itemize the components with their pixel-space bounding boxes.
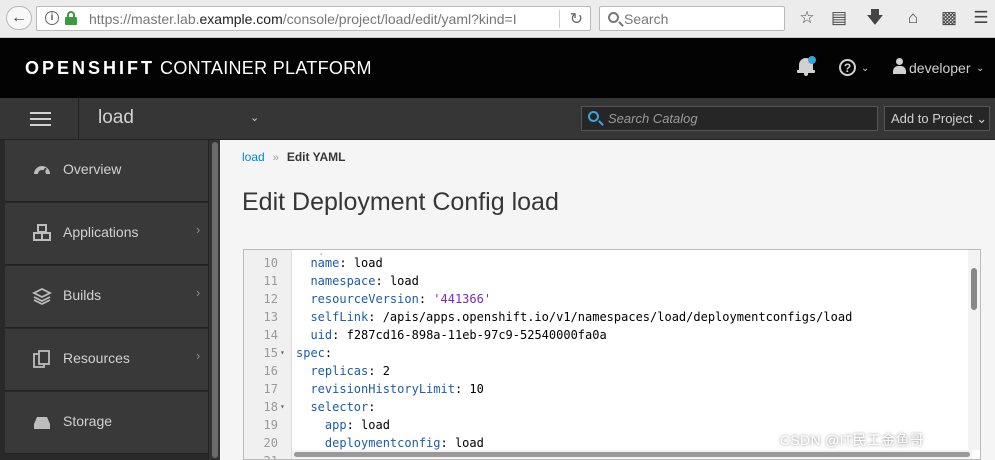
line-number: 19 (263, 418, 278, 432)
line-number: 10 (263, 256, 278, 270)
download-icon[interactable]: 🡇 (864, 7, 886, 29)
line-number: 21 (244, 452, 278, 459)
sidebar-item-builds[interactable]: Builds › (5, 266, 208, 328)
project-bar: load ⌄ Search Catalog Add to Project ⌄ (0, 98, 995, 140)
page-title: Edit Deployment Config load (242, 188, 559, 216)
code-text: spec: (296, 346, 333, 360)
code-text: namespace: load (310, 274, 419, 288)
line-number: 15 (263, 346, 278, 360)
sidebar-item-storage[interactable]: Storage (5, 392, 208, 454)
line-number: 17 (263, 382, 278, 396)
line-number: 13 (263, 310, 278, 324)
yaml-editor[interactable]: . 10 name: load 11 namespace: load 12 reso… (243, 249, 981, 460)
sidebar-item-label: Storage (63, 413, 113, 429)
code-text: selector: (310, 400, 376, 414)
breadcrumb: load » Edit YAML (242, 150, 346, 164)
sidebar-item-label: Applications (63, 224, 139, 240)
search-catalog-placeholder: Search Catalog (608, 111, 698, 126)
watermark: CSDN @IT民工金鱼哥 (780, 432, 925, 448)
browser-search-input[interactable]: Search (599, 6, 785, 31)
masthead: OPENSHIFT CONTAINER PLATFORM ? ⌄ develop… (0, 38, 995, 98)
home-icon[interactable]: ⌂ (902, 7, 924, 29)
code-line[interactable]: 15 ▾ spec: (244, 344, 969, 362)
code-text: selfLink: /apis/apps.openshift.io/v1/nam… (310, 310, 853, 324)
dashboard-icon (34, 166, 50, 175)
copy-icon (33, 350, 50, 368)
notification-bell-icon[interactable] (797, 56, 816, 76)
chevron-down-icon[interactable]: ⌄ (250, 111, 259, 124)
main-content: load » Edit YAML Edit Deployment Config lo… (220, 140, 995, 460)
chevron-right-icon: › (196, 222, 201, 237)
sidebar: Overview Applications › Builds › Resourc… (0, 140, 220, 460)
reload-icon[interactable]: ↻ (570, 9, 583, 29)
code-text: uid: f287cd16-898a-11eb-97c9-52540000fa0… (310, 328, 607, 342)
code-text: app: load (324, 418, 390, 432)
code-text: replicas: 2 (310, 364, 390, 378)
code-text: name: load (310, 256, 383, 270)
code-line[interactable]: 17 revisionHistoryLimit: 10 (244, 380, 969, 398)
info-icon[interactable]: i (45, 11, 59, 25)
fold-toggle-icon[interactable]: ▾ (280, 344, 285, 362)
brand-logo[interactable]: OPENSHIFT CONTAINER PLATFORM (25, 58, 372, 79)
browser-toolbar: ← i https://master.lab.example.com/conso… (0, 0, 995, 38)
cubes-icon (33, 224, 51, 241)
project-selector[interactable]: load (98, 107, 134, 129)
sidebar-item-overview[interactable]: Overview (5, 140, 208, 202)
back-button[interactable]: ← (6, 6, 32, 30)
chevron-down-icon[interactable]: ⌄ (861, 63, 869, 74)
menu-icon[interactable]: ☰ (970, 7, 992, 29)
editor-horizontal-scrollbar[interactable] (292, 450, 972, 459)
line-number: 11 (263, 274, 278, 288)
code-line[interactable]: 18 ▾ selector: (244, 398, 969, 416)
pocket-icon[interactable]: ▩ (938, 7, 960, 29)
help-icon[interactable]: ? (839, 59, 856, 76)
sidebar-item-label: Builds (63, 287, 102, 303)
user-icon[interactable] (893, 58, 906, 75)
code-line[interactable]: 10 name: load (244, 254, 969, 272)
notification-dot (808, 56, 816, 64)
code-line[interactable]: 14 uid: f287cd16-898a-11eb-97c9-52540000… (244, 326, 969, 344)
line-number: 14 (263, 328, 278, 342)
layers-icon (32, 287, 52, 306)
chevron-right-icon: › (196, 285, 201, 300)
sidebar-item-applications[interactable]: Applications › (5, 203, 208, 265)
code-text: revisionHistoryLimit: 10 (310, 382, 484, 396)
chevron-right-icon: › (196, 348, 201, 363)
search-icon (588, 111, 599, 122)
line-number: 16 (263, 364, 278, 378)
search-icon (608, 12, 619, 23)
breadcrumb-link-project[interactable]: load (242, 150, 265, 164)
line-number: 18 (263, 400, 278, 414)
sidebar-scrollbar[interactable] (208, 140, 220, 460)
code-line[interactable]: 16 replicas: 2 (244, 362, 969, 380)
sidebar-item-resources[interactable]: Resources › (5, 329, 208, 391)
chevron-down-icon[interactable]: ⌄ (976, 63, 984, 74)
sidebar-item-label: Resources (63, 350, 130, 366)
breadcrumb-current: Edit YAML (286, 150, 346, 164)
bookmark-star-icon[interactable]: ☆ (796, 7, 818, 29)
storage-icon (34, 417, 50, 429)
reading-list-icon[interactable]: ▤ (828, 7, 850, 29)
search-placeholder: Search (624, 11, 669, 27)
code-line[interactable]: 11 namespace: load (244, 272, 969, 290)
address-bar[interactable]: i https://master.lab.example.com/console… (36, 6, 591, 31)
code-line[interactable]: 13 selfLink: /apis/apps.openshift.io/v1/… (244, 308, 969, 326)
code-text: resourceVersion: '441366' (310, 292, 492, 306)
hamburger-menu-button[interactable] (0, 98, 79, 140)
sidebar-item-label: Overview (63, 161, 122, 177)
fold-toggle-icon[interactable]: ▾ (280, 452, 285, 459)
url-separator (559, 10, 560, 28)
add-to-project-button[interactable]: Add to Project ⌄ (884, 106, 990, 131)
search-catalog-input[interactable]: Search Catalog (581, 106, 878, 131)
url-text: https://master.lab.example.com/console/p… (89, 11, 517, 27)
lock-icon (65, 11, 77, 25)
username[interactable]: developer (909, 60, 971, 76)
editor-vertical-scrollbar[interactable] (968, 250, 980, 450)
breadcrumb-separator: » (272, 152, 279, 164)
code-line[interactable]: 12 resourceVersion: '441366' (244, 290, 969, 308)
line-number: 20 (263, 436, 278, 450)
fold-toggle-icon[interactable]: ▾ (280, 398, 285, 416)
line-number: 12 (263, 292, 278, 306)
